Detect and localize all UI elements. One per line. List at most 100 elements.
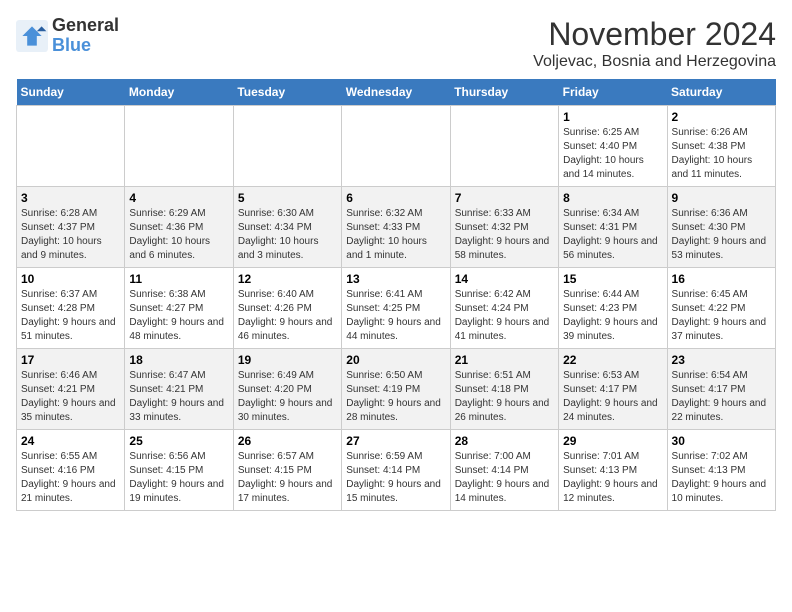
calendar-table: SundayMondayTuesdayWednesdayThursdayFrid… <box>16 79 776 511</box>
day-info: Sunrise: 6:28 AM Sunset: 4:37 PM Dayligh… <box>21 207 120 263</box>
calendar-week-4: 17 Sunrise: 6:46 AM Sunset: 4:21 PM Dayli… <box>17 349 776 430</box>
day-info: Sunrise: 6:26 AM Sunset: 4:38 PM Dayligh… <box>672 126 771 182</box>
calendar-cell: 6 Sunrise: 6:32 AM Sunset: 4:33 PM Daylig… <box>342 187 450 268</box>
weekday-header-row: SundayMondayTuesdayWednesdayThursdayFrid… <box>17 79 776 106</box>
day-info: Sunrise: 7:00 AM Sunset: 4:14 PM Dayligh… <box>455 450 554 506</box>
weekday-header-sunday: Sunday <box>17 79 125 106</box>
day-number: 11 <box>129 272 228 286</box>
day-info: Sunrise: 6:57 AM Sunset: 4:15 PM Dayligh… <box>238 450 337 506</box>
calendar-cell: 5 Sunrise: 6:30 AM Sunset: 4:34 PM Daylig… <box>233 187 341 268</box>
calendar-cell: 14 Sunrise: 6:42 AM Sunset: 4:24 PM Dayli… <box>450 268 558 349</box>
day-number: 14 <box>455 272 554 286</box>
calendar-cell: 7 Sunrise: 6:33 AM Sunset: 4:32 PM Daylig… <box>450 187 558 268</box>
calendar-cell: 4 Sunrise: 6:29 AM Sunset: 4:36 PM Daylig… <box>125 187 233 268</box>
calendar-cell <box>450 106 558 187</box>
day-info: Sunrise: 6:56 AM Sunset: 4:15 PM Dayligh… <box>129 450 228 506</box>
calendar-cell: 12Sunrise: 6:40 AM Sunset: 4:26 PM Dayli… <box>233 268 341 349</box>
calendar-cell: 28Sunrise: 7:00 AM Sunset: 4:14 PM Dayli… <box>450 430 558 511</box>
day-number: 2 <box>672 110 771 124</box>
day-info: Sunrise: 6:54 AM Sunset: 4:17 PM Dayligh… <box>672 369 771 425</box>
day-info: Sunrise: 7:02 AM Sunset: 4:13 PM Dayligh… <box>672 450 771 506</box>
day-info: Sunrise: 7:01 AM Sunset: 4:13 PM Dayligh… <box>563 450 662 506</box>
day-info: Sunrise: 6:53 AM Sunset: 4:17 PM Dayligh… <box>563 369 662 425</box>
day-info: Sunrise: 6:36 AM Sunset: 4:30 PM Dayligh… <box>672 207 771 263</box>
day-info: Sunrise: 6:41 AM Sunset: 4:25 PM Dayligh… <box>346 288 445 344</box>
logo: General Blue <box>16 16 119 56</box>
calendar-cell <box>125 106 233 187</box>
day-number: 9 <box>672 191 771 205</box>
day-number: 24 <box>21 434 120 448</box>
logo-text: General Blue <box>52 16 119 56</box>
day-number: 7 <box>455 191 554 205</box>
day-number: 21 <box>455 353 554 367</box>
calendar-cell: 26 Sunrise: 6:57 AM Sunset: 4:15 PM Dayli… <box>233 430 341 511</box>
calendar-cell: 8Sunrise: 6:34 AM Sunset: 4:31 PM Daylig… <box>559 187 667 268</box>
calendar-cell: 30 Sunrise: 7:02 AM Sunset: 4:13 PM Dayli… <box>667 430 775 511</box>
day-info: Sunrise: 6:29 AM Sunset: 4:36 PM Dayligh… <box>129 207 228 263</box>
weekday-header-tuesday: Tuesday <box>233 79 341 106</box>
calendar-cell <box>17 106 125 187</box>
location: Voljevac, Bosnia and Herzegovina <box>533 53 776 71</box>
day-number: 25 <box>129 434 228 448</box>
day-info: Sunrise: 6:32 AM Sunset: 4:33 PM Dayligh… <box>346 207 445 263</box>
day-info: Sunrise: 6:50 AM Sunset: 4:19 PM Dayligh… <box>346 369 445 425</box>
day-number: 8 <box>563 191 662 205</box>
calendar-week-5: 24 Sunrise: 6:55 AM Sunset: 4:16 PM Dayli… <box>17 430 776 511</box>
calendar-cell <box>233 106 341 187</box>
day-number: 18 <box>129 353 228 367</box>
calendar-cell: 29 Sunrise: 7:01 AM Sunset: 4:13 PM Dayli… <box>559 430 667 511</box>
day-info: Sunrise: 6:42 AM Sunset: 4:24 PM Dayligh… <box>455 288 554 344</box>
day-info: Sunrise: 6:49 AM Sunset: 4:20 PM Dayligh… <box>238 369 337 425</box>
calendar-cell: 25 Sunrise: 6:56 AM Sunset: 4:15 PM Dayli… <box>125 430 233 511</box>
day-number: 26 <box>238 434 337 448</box>
weekday-header-wednesday: Wednesday <box>342 79 450 106</box>
calendar-cell: 27Sunrise: 6:59 AM Sunset: 4:14 PM Dayli… <box>342 430 450 511</box>
calendar-cell: 22 Sunrise: 6:53 AM Sunset: 4:17 PM Dayli… <box>559 349 667 430</box>
calendar-cell: 9 Sunrise: 6:36 AM Sunset: 4:30 PM Daylig… <box>667 187 775 268</box>
day-number: 6 <box>346 191 445 205</box>
day-info: Sunrise: 6:47 AM Sunset: 4:21 PM Dayligh… <box>129 369 228 425</box>
calendar-cell: 3 Sunrise: 6:28 AM Sunset: 4:37 PM Daylig… <box>17 187 125 268</box>
day-info: Sunrise: 6:55 AM Sunset: 4:16 PM Dayligh… <box>21 450 120 506</box>
calendar-cell: 20 Sunrise: 6:50 AM Sunset: 4:19 PM Dayli… <box>342 349 450 430</box>
day-info: Sunrise: 6:51 AM Sunset: 4:18 PM Dayligh… <box>455 369 554 425</box>
weekday-header-saturday: Saturday <box>667 79 775 106</box>
calendar-cell: 1 Sunrise: 6:25 AM Sunset: 4:40 PM Daylig… <box>559 106 667 187</box>
day-number: 5 <box>238 191 337 205</box>
calendar-cell: 15 Sunrise: 6:44 AM Sunset: 4:23 PM Dayli… <box>559 268 667 349</box>
day-number: 29 <box>563 434 662 448</box>
day-info: Sunrise: 6:44 AM Sunset: 4:23 PM Dayligh… <box>563 288 662 344</box>
day-info: Sunrise: 6:37 AM Sunset: 4:28 PM Dayligh… <box>21 288 120 344</box>
calendar-cell: 18 Sunrise: 6:47 AM Sunset: 4:21 PM Dayli… <box>125 349 233 430</box>
day-number: 13 <box>346 272 445 286</box>
calendar-week-2: 3 Sunrise: 6:28 AM Sunset: 4:37 PM Daylig… <box>17 187 776 268</box>
day-number: 4 <box>129 191 228 205</box>
calendar-cell: 2 Sunrise: 6:26 AM Sunset: 4:38 PM Daylig… <box>667 106 775 187</box>
calendar-week-1: 1 Sunrise: 6:25 AM Sunset: 4:40 PM Daylig… <box>17 106 776 187</box>
weekday-header-monday: Monday <box>125 79 233 106</box>
day-number: 3 <box>21 191 120 205</box>
month-title: November 2024 <box>533 16 776 53</box>
day-info: Sunrise: 6:46 AM Sunset: 4:21 PM Dayligh… <box>21 369 120 425</box>
calendar-cell: 10Sunrise: 6:37 AM Sunset: 4:28 PM Dayli… <box>17 268 125 349</box>
day-number: 1 <box>563 110 662 124</box>
calendar-cell: 13 Sunrise: 6:41 AM Sunset: 4:25 PM Dayli… <box>342 268 450 349</box>
day-number: 15 <box>563 272 662 286</box>
day-number: 30 <box>672 434 771 448</box>
calendar-cell: 24 Sunrise: 6:55 AM Sunset: 4:16 PM Dayli… <box>17 430 125 511</box>
day-number: 20 <box>346 353 445 367</box>
weekday-header-friday: Friday <box>559 79 667 106</box>
calendar-cell: 19Sunrise: 6:49 AM Sunset: 4:20 PM Dayli… <box>233 349 341 430</box>
day-info: Sunrise: 6:33 AM Sunset: 4:32 PM Dayligh… <box>455 207 554 263</box>
calendar-week-3: 10Sunrise: 6:37 AM Sunset: 4:28 PM Dayli… <box>17 268 776 349</box>
day-info: Sunrise: 6:30 AM Sunset: 4:34 PM Dayligh… <box>238 207 337 263</box>
day-number: 22 <box>563 353 662 367</box>
day-number: 17 <box>21 353 120 367</box>
calendar-cell: 17 Sunrise: 6:46 AM Sunset: 4:21 PM Dayli… <box>17 349 125 430</box>
weekday-header-thursday: Thursday <box>450 79 558 106</box>
day-number: 12 <box>238 272 337 286</box>
calendar-cell: 11Sunrise: 6:38 AM Sunset: 4:27 PM Dayli… <box>125 268 233 349</box>
day-number: 16 <box>672 272 771 286</box>
day-number: 23 <box>672 353 771 367</box>
day-info: Sunrise: 6:25 AM Sunset: 4:40 PM Dayligh… <box>563 126 662 182</box>
